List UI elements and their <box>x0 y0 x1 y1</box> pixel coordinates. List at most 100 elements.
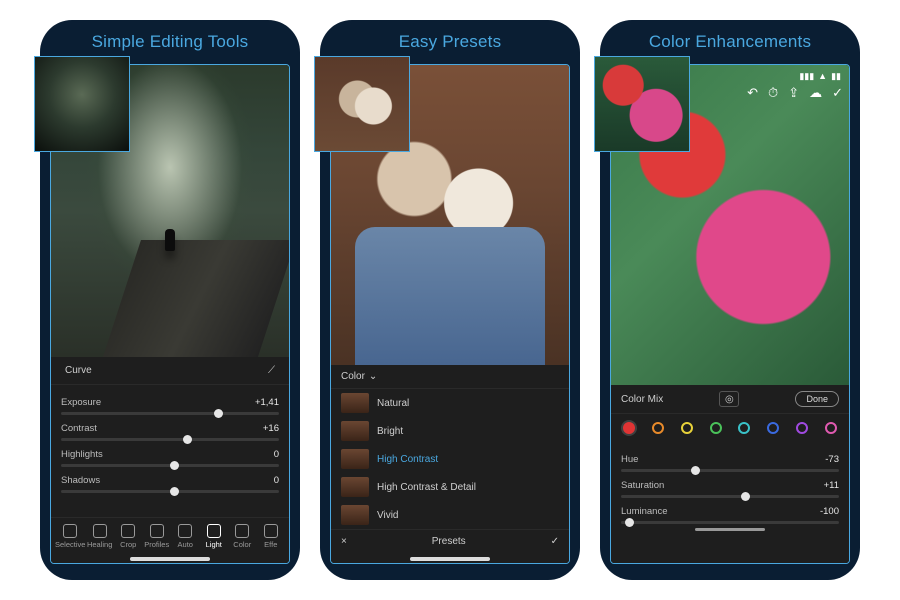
tool-crop[interactable]: Crop <box>114 524 143 549</box>
slider-track[interactable] <box>621 469 839 472</box>
slider-track[interactable] <box>61 438 279 441</box>
preset-high-contrast-detail[interactable]: High Contrast & Detail <box>331 473 569 501</box>
tool-auto[interactable]: Auto <box>171 524 200 549</box>
presets-bar: × Presets ✓ <box>331 529 569 553</box>
swatch-blue[interactable] <box>767 422 779 434</box>
slider-hue: Hue-73 <box>621 454 839 472</box>
slider-label: Contrast <box>61 423 97 434</box>
tool-profiles[interactable]: Profiles <box>142 524 171 549</box>
color-mix-header: Color Mix ◎ Done <box>611 385 849 414</box>
share-icon[interactable]: ⇪ <box>788 85 799 101</box>
cloud-icon[interactable]: ☁ <box>809 85 822 101</box>
tab-curve[interactable]: Curve <box>61 363 96 378</box>
slider-knob[interactable] <box>691 466 700 475</box>
slider-knob[interactable] <box>741 492 750 501</box>
slider-knob[interactable] <box>183 435 192 444</box>
slider-knob[interactable] <box>625 518 634 527</box>
auto-icon <box>178 524 192 538</box>
before-thumbnail <box>594 56 690 152</box>
swatch-aqua[interactable] <box>738 422 750 434</box>
profiles-icon <box>150 524 164 538</box>
tool-label: Selective <box>55 540 85 549</box>
done-button[interactable]: Done <box>795 391 839 407</box>
preset-category[interactable]: Color ⌄ <box>331 365 569 389</box>
slider-track[interactable] <box>621 521 839 524</box>
slider-highlights: Highlights0 <box>61 449 279 467</box>
color-mix-label: Color Mix <box>621 394 663 405</box>
phone-color-enhancements: Color Enhancements ▮▮▮ ▲ ▮▮ ↶ ⏱ ⇪ ☁ ✓ Co… <box>600 20 860 580</box>
swatch-orange[interactable] <box>652 422 664 434</box>
battery-icon: ▮▮ <box>831 71 841 82</box>
sliders-list: Exposure +1,41 Contrast +16 Highlights0 Sh… <box>51 385 289 493</box>
preset-natural[interactable]: Natural <box>331 389 569 417</box>
slider-track[interactable] <box>61 464 279 467</box>
tool-selective[interactable]: Selective <box>55 524 85 549</box>
slider-value: 0 <box>274 475 279 486</box>
slider-value: +11 <box>824 480 839 491</box>
confirm-icon[interactable]: ✓ <box>832 85 843 101</box>
swatch-magenta[interactable] <box>825 422 837 434</box>
slider-knob[interactable] <box>170 461 179 470</box>
preset-thumb <box>341 421 369 441</box>
swatch-red[interactable] <box>623 422 635 434</box>
slider-label: Exposure <box>61 397 101 408</box>
slider-track[interactable] <box>61 490 279 493</box>
preset-thumb <box>341 477 369 497</box>
close-icon[interactable]: × <box>341 536 347 547</box>
before-thumbnail <box>314 56 410 152</box>
preset-thumb <box>341 393 369 413</box>
slider-value: -100 <box>820 506 839 517</box>
slider-knob[interactable] <box>214 409 223 418</box>
curve-graph-icon[interactable]: ⟋ <box>264 363 279 378</box>
swatch-green[interactable] <box>710 422 722 434</box>
tool-label: Profiles <box>144 540 169 549</box>
slider-saturation: Saturation+11 <box>621 480 839 498</box>
slider-exposure: Exposure +1,41 <box>61 397 279 415</box>
preset-vivid[interactable]: Vivid <box>331 501 569 529</box>
tool-effects[interactable]: Effe <box>257 524 286 549</box>
slider-value: +16 <box>263 423 279 434</box>
tool-label: Effe <box>264 540 277 549</box>
preset-thumb <box>341 449 369 469</box>
preset-label: Natural <box>377 398 409 409</box>
preset-label: High Contrast & Detail <box>377 482 476 493</box>
presets-panel: Color ⌄ Natural Bright High Contrast Hig… <box>331 365 569 563</box>
crop-icon <box>121 524 135 538</box>
phone-easy-presets: Easy Presets ▮▮▮ ▲ ▮▮ ↶ ⏱ ⋯ Color ⌄ Natu… <box>320 20 580 580</box>
slider-luminance: Luminance-100 <box>621 506 839 524</box>
tool-color[interactable]: Color <box>228 524 257 549</box>
slider-track[interactable] <box>61 412 279 415</box>
before-thumbnail <box>34 56 130 152</box>
tool-healing[interactable]: Healing <box>85 524 114 549</box>
confirm-icon[interactable]: ✓ <box>551 536 559 547</box>
targeted-adjustment-icon[interactable]: ◎ <box>719 391 739 407</box>
preset-bright[interactable]: Bright <box>331 417 569 445</box>
home-indicator[interactable] <box>410 557 490 561</box>
home-indicator[interactable] <box>130 557 210 561</box>
slider-shadows: Shadows0 <box>61 475 279 493</box>
home-indicator[interactable] <box>695 528 765 531</box>
preset-label: High Contrast <box>377 454 438 465</box>
slider-knob[interactable] <box>170 487 179 496</box>
preset-high-contrast[interactable]: High Contrast <box>331 445 569 473</box>
tool-label: Crop <box>120 540 136 549</box>
redo-icon[interactable]: ⏱ <box>768 85 778 101</box>
category-label: Color <box>341 371 365 382</box>
slider-track[interactable] <box>621 495 839 498</box>
swatch-yellow[interactable] <box>681 422 693 434</box>
slider-value: -73 <box>825 454 839 465</box>
preset-list: Natural Bright High Contrast High Contra… <box>331 389 569 529</box>
slider-value: +1,41 <box>255 397 279 408</box>
tool-light[interactable]: Light <box>200 524 229 549</box>
signal-icon: ▮▮▮ <box>799 71 814 82</box>
wifi-icon: ▲ <box>818 71 827 81</box>
screenshot-row: Simple Editing Tools ▮▮▮ ▲ ▮▮ ↶ ⏱ ⇪ ☁ ✓ … <box>0 0 900 600</box>
swatch-purple[interactable] <box>796 422 808 434</box>
light-icon <box>207 524 221 538</box>
slider-value: 0 <box>274 449 279 460</box>
presets-bar-title: Presets <box>432 536 466 547</box>
healing-icon <box>93 524 107 538</box>
screenshot-title: Easy Presets <box>320 32 580 52</box>
editor-toolbar: ↶ ⏱ ⇪ ☁ ✓ <box>747 85 843 101</box>
undo-icon[interactable]: ↶ <box>747 85 758 101</box>
